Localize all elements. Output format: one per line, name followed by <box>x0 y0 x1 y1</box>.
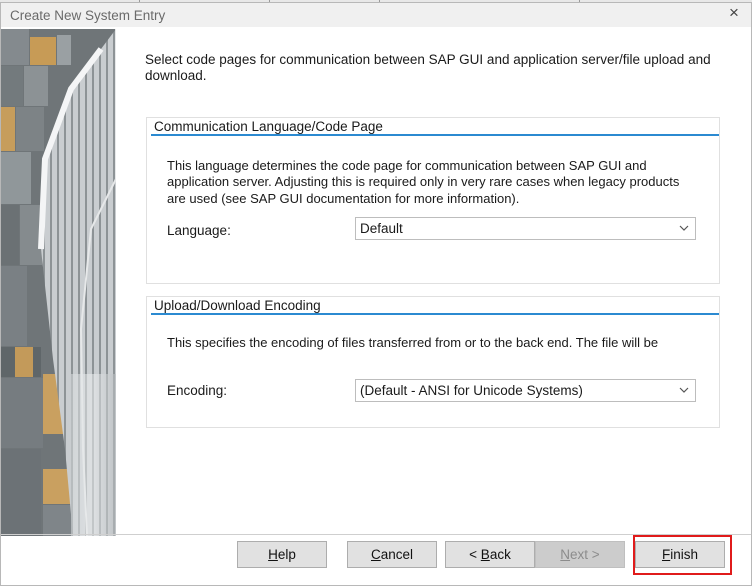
encoding-select[interactable]: (Default - ANSI for Unicode Systems) <box>355 379 696 402</box>
group-header: Communication Language/Code Page <box>151 118 719 136</box>
finish-highlight-box <box>633 535 732 575</box>
encoding-value: (Default - ANSI for Unicode Systems) <box>360 383 583 398</box>
title-bar: Create New System Entry × <box>1 3 751 27</box>
chevron-down-icon <box>679 225 689 231</box>
next-label: ext > <box>570 547 600 562</box>
group-title: Communication Language/Code Page <box>154 119 383 134</box>
create-system-entry-dialog: Create New System Entry × Select code pa… <box>0 2 752 586</box>
chevron-down-icon <box>679 387 689 393</box>
group-title: Upload/Download Encoding <box>154 298 321 313</box>
upload-download-encoding-group: Upload/Download Encoding This specifies … <box>146 296 720 428</box>
language-value: Default <box>360 221 403 236</box>
help-mnemonic: H <box>268 547 278 562</box>
cancel-label: ancel <box>380 547 414 562</box>
help-button[interactable]: Help <box>237 541 327 568</box>
encoding-label: Encoding: <box>167 383 228 398</box>
intro-text: Select code pages for communication betw… <box>145 52 711 83</box>
back-button[interactable]: < Back <box>445 541 535 568</box>
building-facade-image <box>1 29 116 536</box>
language-label: Language: <box>167 223 231 238</box>
communication-language-group: Communication Language/Code Page This la… <box>146 117 720 284</box>
wizard-side-image <box>1 29 116 536</box>
group-header: Upload/Download Encoding <box>151 297 719 315</box>
communication-description: This language determines the code page f… <box>167 158 680 206</box>
encoding-description: This specifies the encoding of files tra… <box>167 335 659 350</box>
help-label: elp <box>277 547 296 562</box>
back-mnemonic: B <box>480 547 490 562</box>
next-mnemonic: N <box>560 547 571 562</box>
back-prefix: < <box>469 547 481 562</box>
dialog-title: Create New System Entry <box>10 8 166 23</box>
cancel-button[interactable]: Cancel <box>347 541 437 568</box>
next-button[interactable]: Next > <box>535 541 625 568</box>
close-icon[interactable]: × <box>723 4 745 24</box>
back-label: ack <box>489 547 511 562</box>
cancel-mnemonic: C <box>370 547 381 562</box>
language-select[interactable]: Default <box>355 217 696 240</box>
